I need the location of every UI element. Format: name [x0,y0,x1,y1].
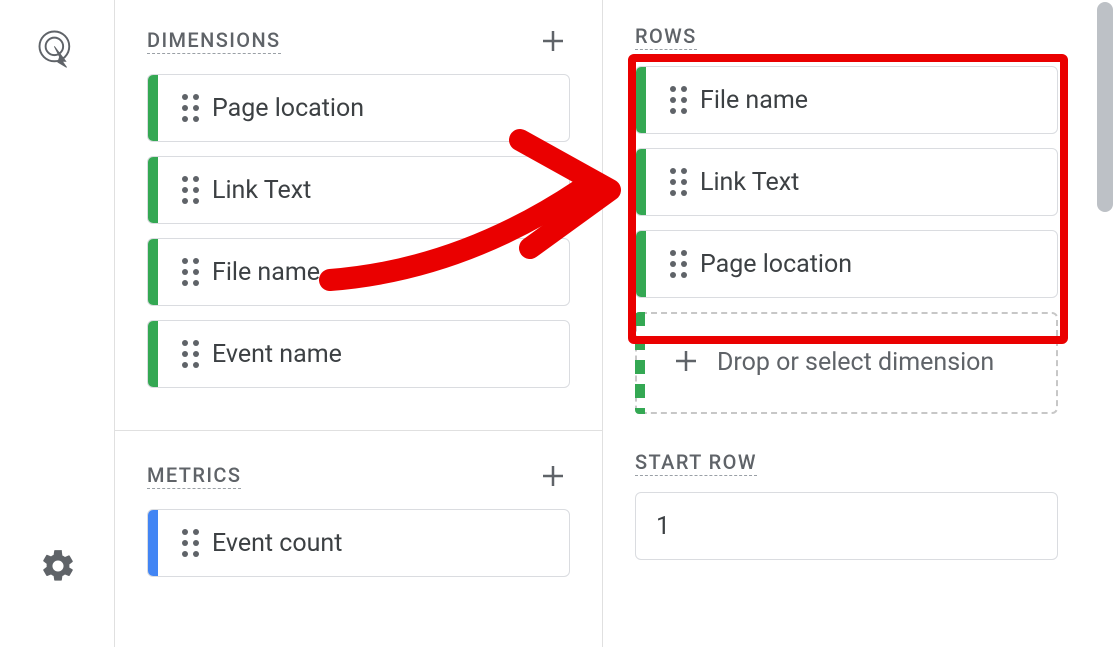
pill-label: Link Text [700,168,799,197]
metric-accent [148,510,158,576]
rows-label: ROWS [635,24,697,50]
pill-label: Page location [700,250,852,279]
dimension-pill[interactable]: Event name [147,320,570,388]
tab-settings-panel: ROWS File name Link Text Page location [602,0,1090,647]
dimensions-label: DIMENSIONS [147,28,281,54]
explore-tool-icon[interactable] [36,28,78,74]
dimension-accent [148,239,158,305]
drag-handle-icon[interactable] [168,529,212,557]
drag-handle-icon[interactable] [168,176,212,204]
drag-handle-icon[interactable] [168,94,212,122]
add-dimension-button[interactable] [536,24,570,58]
row-pill[interactable]: File name [635,66,1058,134]
start-row-label: START ROW [635,450,757,476]
pill-label: File name [212,258,320,287]
scrollbar[interactable] [1097,2,1113,212]
dimension-pill[interactable]: Page location [147,74,570,142]
start-row-input[interactable] [635,492,1058,560]
dropzone-accent [635,312,645,414]
dimension-accent [636,231,646,297]
metrics-section: METRICS Event count [147,430,570,577]
add-metric-button[interactable] [536,459,570,493]
metrics-label: METRICS [147,463,241,489]
dimension-pill[interactable]: File name [147,238,570,306]
row-pill[interactable]: Link Text [635,148,1058,216]
settings-icon[interactable] [39,547,77,589]
metric-pill[interactable]: Event count [147,509,570,577]
drag-handle-icon[interactable] [656,86,700,114]
dropzone-label: Drop or select dimension [717,346,994,380]
dimension-accent [148,157,158,223]
rows-section: ROWS File name Link Text Page location [635,24,1058,414]
drag-handle-icon[interactable] [168,258,212,286]
drag-handle-icon[interactable] [656,168,700,196]
row-pill[interactable]: Page location [635,230,1058,298]
dimension-accent [636,149,646,215]
pill-label: Page location [212,94,364,123]
dimension-accent [636,67,646,133]
rows-drop-zone[interactable]: Drop or select dimension [635,312,1058,414]
left-rail [0,0,114,647]
plus-icon [671,346,701,380]
variables-panel: DIMENSIONS Page location Link Text [114,0,602,647]
pill-label: Event name [212,340,342,369]
start-row-section: START ROW [635,450,1058,560]
drag-handle-icon[interactable] [168,340,212,368]
dimensions-section: DIMENSIONS Page location Link Text [147,24,570,388]
dimension-accent [148,75,158,141]
pill-label: Event count [212,529,342,558]
drag-handle-icon[interactable] [656,250,700,278]
dimension-accent [148,321,158,387]
dimension-pill[interactable]: Link Text [147,156,570,224]
pill-label: File name [700,86,808,115]
pill-label: Link Text [212,176,311,205]
